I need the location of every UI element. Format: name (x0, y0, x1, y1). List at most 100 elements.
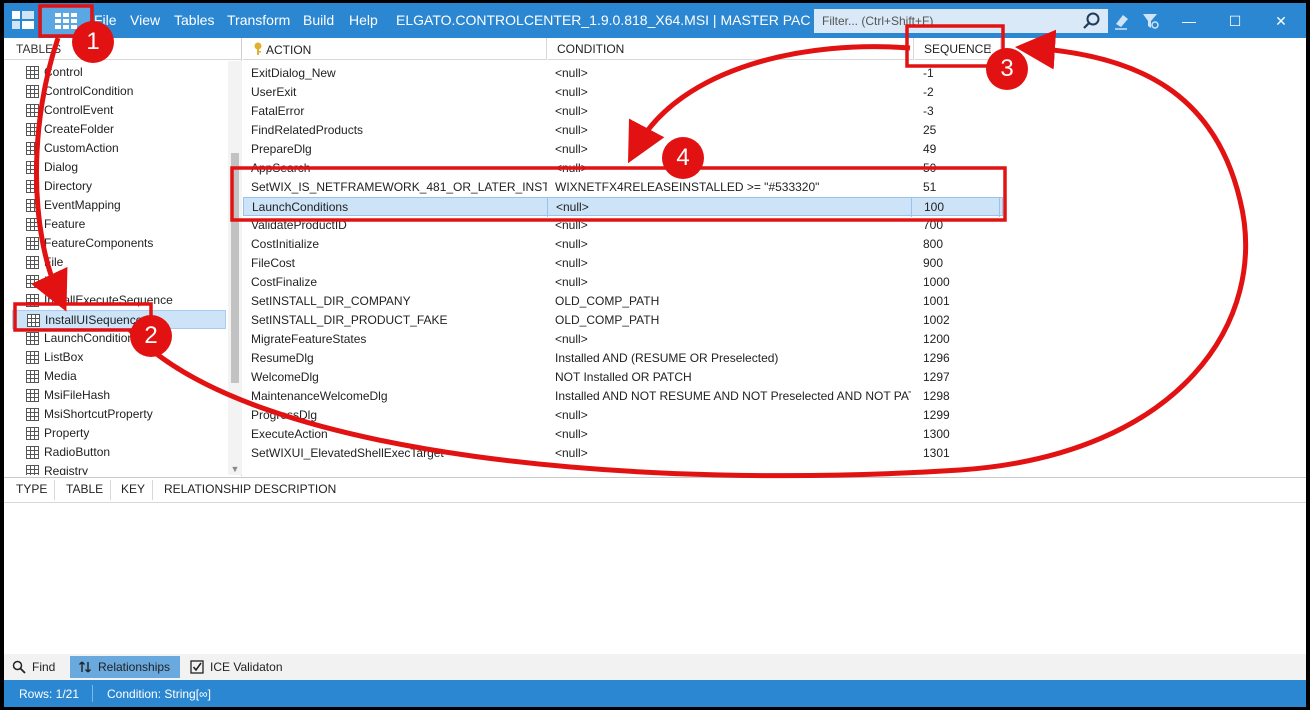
column-header-sequence[interactable]: SEQUENCE ↑ (915, 38, 1001, 60)
cell-action[interactable]: FatalError (251, 102, 547, 121)
cell-sequence[interactable]: -2 (923, 83, 999, 102)
cell-condition[interactable]: <null> (555, 235, 911, 254)
table-item-icon[interactable]: Icon (12, 272, 226, 291)
table-item-property[interactable]: Property (12, 424, 226, 443)
cell-action[interactable]: ResumeDlg (251, 349, 547, 368)
cell-action[interactable]: SetINSTALL_DIR_PRODUCT_FAKE (251, 311, 547, 330)
menu-help[interactable]: Help (349, 12, 378, 28)
cell-condition[interactable]: <null> (555, 102, 911, 121)
cell-condition[interactable]: <null> (555, 121, 911, 140)
table-row[interactable]: ValidateProductID <null> 700 (243, 216, 1003, 235)
cell-condition[interactable]: <null> (555, 140, 911, 159)
column-header-action[interactable]: ACTION (243, 38, 547, 60)
table-item-directory[interactable]: Directory (12, 177, 226, 196)
cell-sequence[interactable]: 900 (923, 254, 999, 273)
cell-action[interactable]: ProgressDlg (251, 406, 547, 425)
table-item-controlevent[interactable]: ControlEvent (12, 101, 226, 120)
maximize-button[interactable]: ☐ (1220, 9, 1250, 33)
table-row[interactable]: MigrateFeatureStates <null> 1200 (243, 330, 1003, 349)
cell-sequence[interactable]: 1200 (923, 330, 999, 349)
table-item-dialog[interactable]: Dialog (12, 158, 226, 177)
cell-sequence[interactable]: -3 (923, 102, 999, 121)
cell-sequence[interactable]: 1300 (923, 425, 999, 444)
scroll-down-icon[interactable]: ▼ (228, 463, 242, 475)
cell-sequence[interactable]: 1297 (923, 368, 999, 387)
cell-action[interactable]: ValidateProductID (251, 216, 547, 235)
table-row[interactable]: ResumeDlg Installed AND (RESUME OR Presel… (243, 349, 1003, 368)
rel-column-table[interactable]: TABLE (66, 482, 103, 496)
cell-sequence[interactable]: 1299 (923, 406, 999, 425)
table-row[interactable]: MaintenanceWelcomeDlg Installed AND NOT R… (243, 387, 1003, 406)
tab-ice-validation[interactable]: ICE Validaton (182, 656, 283, 678)
filter-settings-icon[interactable] (1140, 11, 1160, 31)
cell-action[interactable]: WelcomeDlg (251, 368, 547, 387)
cell-action[interactable]: MaintenanceWelcomeDlg (251, 387, 547, 406)
table-row[interactable]: FileCost <null> 900 (243, 254, 1003, 273)
cell-condition[interactable]: <null> (555, 159, 911, 178)
cell-sequence[interactable]: 100 (924, 198, 1000, 217)
table-row[interactable]: CostFinalize <null> 1000 (243, 273, 1003, 292)
cell-sequence[interactable]: 51 (923, 178, 999, 197)
table-row[interactable]: WelcomeDlg NOT Installed OR PATCH 1297 (243, 368, 1003, 387)
cell-condition[interactable]: <null> (555, 444, 911, 463)
cell-condition[interactable]: Installed AND (RESUME OR Preselected) (555, 349, 911, 368)
cell-sequence[interactable]: 1296 (923, 349, 999, 368)
table-item-feature[interactable]: Feature (12, 215, 226, 234)
table-item-eventmapping[interactable]: EventMapping (12, 196, 226, 215)
eraser-icon[interactable] (1112, 11, 1132, 31)
menu-view[interactable]: View (130, 12, 160, 28)
table-item-installexecutesequence[interactable]: InstallExecuteSequence (12, 291, 226, 310)
table-row[interactable]: SetWIX_IS_NETFRAMEWORK_481_OR_LATER_INST… (243, 178, 1003, 197)
cell-sequence[interactable]: 1000 (923, 273, 999, 292)
table-row[interactable]: ExitDialog_New <null> -1 (243, 64, 1003, 83)
menu-build[interactable]: Build (303, 12, 334, 28)
cell-sequence[interactable]: 25 (923, 121, 999, 140)
tab-find[interactable]: Find (4, 656, 68, 678)
filter-input[interactable] (814, 9, 1108, 33)
tables-list[interactable]: Control ControlCondition ControlEvent Cr… (4, 61, 228, 475)
cell-action[interactable]: AppSearch (251, 159, 547, 178)
table-row[interactable]: AppSearch <null> 50 (243, 159, 1003, 178)
cell-condition[interactable]: <null> (555, 216, 911, 235)
cell-condition[interactable]: <null> (555, 254, 911, 273)
table-row[interactable]: PrepareDlg <null> 49 (243, 140, 1003, 159)
table-item-msishortcutproperty[interactable]: MsiShortcutProperty (12, 405, 226, 424)
tables-scrollbar-thumb[interactable] (231, 153, 239, 383)
cell-condition[interactable]: <null> (555, 425, 911, 444)
cell-action[interactable]: CostFinalize (251, 273, 547, 292)
cell-condition[interactable]: Installed AND NOT RESUME AND NOT Presele… (555, 387, 911, 406)
menu-transform[interactable]: Transform (227, 12, 290, 28)
cell-sequence[interactable]: 1001 (923, 292, 999, 311)
table-item-listbox[interactable]: ListBox (12, 348, 226, 367)
column-header-condition[interactable]: CONDITION (548, 38, 914, 60)
table-item-createfolder[interactable]: CreateFolder (12, 120, 226, 139)
cell-sequence[interactable]: 1301 (923, 444, 999, 463)
table-item-customaction[interactable]: CustomAction (12, 139, 226, 158)
cell-action[interactable]: FindRelatedProducts (251, 121, 547, 140)
cell-action[interactable]: MigrateFeatureStates (251, 330, 547, 349)
cell-action[interactable]: FileCost (251, 254, 547, 273)
rel-column-description[interactable]: RELATIONSHIP DESCRIPTION (164, 482, 336, 496)
cell-condition[interactable]: OLD_COMP_PATH (555, 292, 911, 311)
table-item-media[interactable]: Media (12, 367, 226, 386)
cell-action[interactable]: ExitDialog_New (251, 64, 547, 83)
table-row[interactable]: LaunchConditions <null> 100 (243, 197, 1003, 217)
table-row[interactable]: ProgressDlg <null> 1299 (243, 406, 1003, 425)
close-button[interactable]: ✕ (1266, 9, 1296, 33)
cell-action[interactable]: UserExit (251, 83, 547, 102)
cell-action[interactable]: PrepareDlg (251, 140, 547, 159)
table-item-file[interactable]: File (12, 253, 226, 272)
cell-sequence[interactable]: 49 (923, 140, 999, 159)
table-row[interactable]: SetINSTALL_DIR_COMPANY OLD_COMP_PATH 1001 (243, 292, 1003, 311)
table-item-featurecomponents[interactable]: FeatureComponents (12, 234, 226, 253)
table-item-launchcondition[interactable]: LaunchCondition (12, 329, 226, 348)
cell-condition[interactable]: OLD_COMP_PATH (555, 311, 911, 330)
table-item-msifilehash[interactable]: MsiFileHash (12, 386, 226, 405)
table-row[interactable]: FindRelatedProducts <null> 25 (243, 121, 1003, 140)
cell-action[interactable]: SetINSTALL_DIR_COMPANY (251, 292, 547, 311)
cell-condition[interactable]: <null> (555, 406, 911, 425)
table-row[interactable]: ExecuteAction <null> 1300 (243, 425, 1003, 444)
cell-condition[interactable]: <null> (555, 273, 911, 292)
cell-action[interactable]: SetWIXUI_ElevatedShellExecTarget (251, 444, 547, 463)
table-row[interactable]: SetINSTALL_DIR_PRODUCT_FAKE OLD_COMP_PATH… (243, 311, 1003, 330)
